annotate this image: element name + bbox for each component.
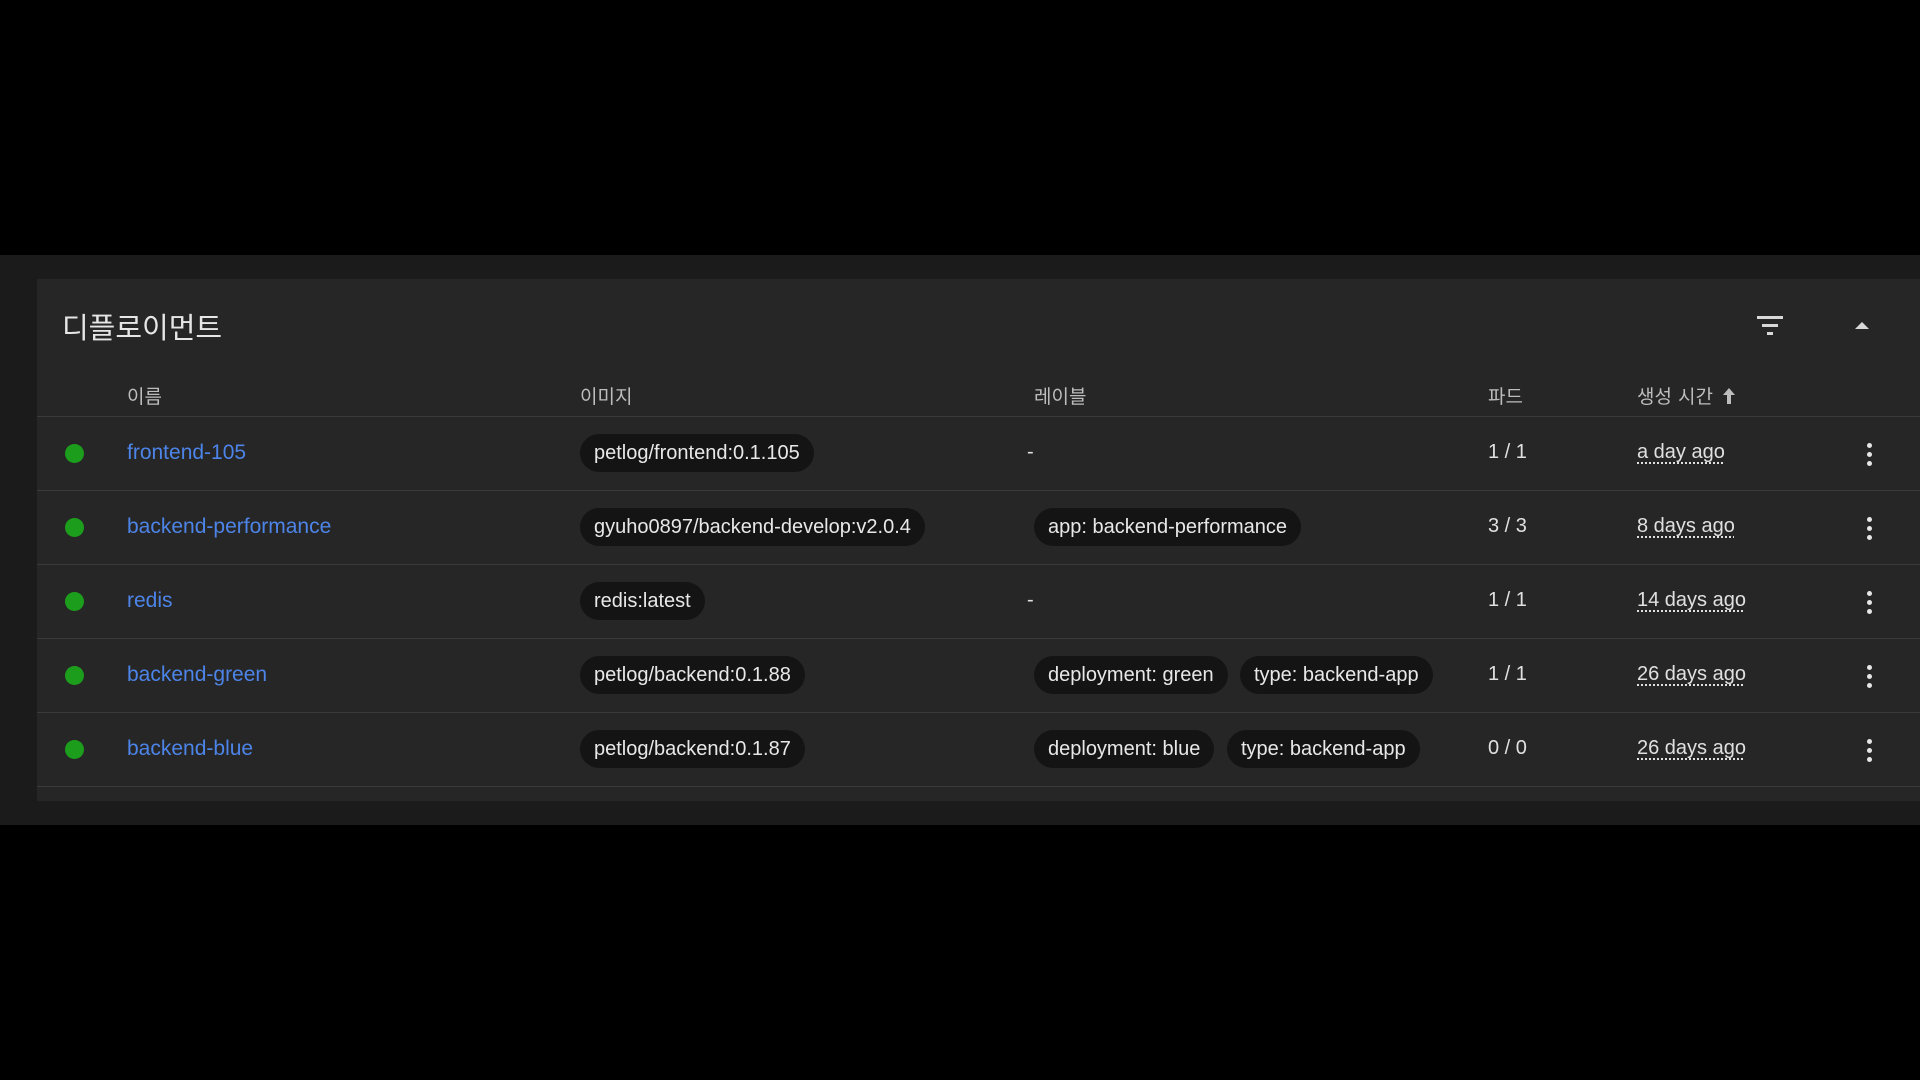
labels-empty: - [1027,441,1034,463]
label-chip: deployment: blue [1034,730,1215,768]
created-time[interactable]: 26 days ago [1637,737,1746,760]
deployment-name-link[interactable]: frontend-105 [127,441,246,465]
label-chip: type: backend-app [1240,656,1433,694]
deployments-table: 이름 이미지 레이블 파드 생성 시간 frontend-105 petlog/f… [37,374,1920,787]
filter-icon [1757,316,1783,335]
row-menu-button[interactable] [1857,437,1881,471]
label-chip: app: backend-performance [1034,508,1302,546]
card-title: 디플로이먼트 [62,311,223,345]
column-created[interactable]: 생성 시간 [1637,382,1737,409]
image-chip: petlog/frontend:0.1.105 [580,434,814,472]
image-chip: redis:latest [580,582,705,620]
column-pods[interactable]: 파드 [1488,382,1523,409]
status-dot [65,666,84,685]
row-menu-button[interactable] [1857,511,1881,545]
table-body: frontend-105 petlog/frontend:0.1.105 - 1 / … [37,417,1920,787]
created-time[interactable]: 8 days ago [1637,515,1735,538]
label-chip: type: backend-app [1227,730,1420,768]
table-row[interactable]: backend-green petlog/backend:0.1.88 deploy… [37,639,1920,713]
more-vertical-icon [1866,516,1872,540]
deployment-name-link[interactable]: redis [127,589,173,613]
pods-count: 1 / 1 [1488,589,1527,611]
column-labels[interactable]: 레이블 [1034,382,1086,409]
deployment-name-link[interactable]: backend-blue [127,737,253,761]
column-image[interactable]: 이미지 [580,382,632,409]
more-vertical-icon [1866,590,1872,614]
status-dot [65,444,84,463]
pods-count: 1 / 1 [1488,441,1527,463]
table-header: 이름 이미지 레이블 파드 생성 시간 [37,374,1920,417]
table-row[interactable]: redis redis:latest - 1 / 1 14 days ago [37,565,1920,639]
more-vertical-icon [1866,738,1872,762]
more-vertical-icon [1866,664,1872,688]
column-name[interactable]: 이름 [127,382,162,409]
label-chip: deployment: green [1034,656,1228,694]
status-dot [65,518,84,537]
filter-button[interactable] [1750,305,1790,345]
deployment-name-link[interactable]: backend-green [127,663,267,687]
image-chip: gyuho0897/backend-develop:v2.0.4 [580,508,925,546]
column-created-label: 생성 시간 [1637,386,1713,408]
collapse-button[interactable] [1842,305,1882,345]
more-vertical-icon [1866,442,1872,466]
pods-count: 3 / 3 [1488,515,1527,537]
status-dot [65,592,84,611]
chevron-up-icon [1855,322,1869,329]
row-menu-button[interactable] [1857,733,1881,767]
created-time[interactable]: 14 days ago [1637,589,1746,612]
created-time[interactable]: 26 days ago [1637,663,1746,686]
pods-count: 1 / 1 [1488,663,1527,685]
pods-count: 0 / 0 [1488,737,1527,759]
row-menu-button[interactable] [1857,585,1881,619]
image-chip: petlog/backend:0.1.87 [580,730,805,768]
created-time[interactable]: a day ago [1637,441,1725,464]
labels-empty: - [1027,589,1034,611]
table-row[interactable]: backend-performance gyuho0897/backend-dev… [37,491,1920,565]
table-row[interactable]: frontend-105 petlog/frontend:0.1.105 - 1 / … [37,417,1920,491]
deployments-card: 디플로이먼트 이름 이미지 레이블 파드 생성 시간 frontend-105 … [37,279,1920,801]
arrow-up-icon [1722,387,1735,404]
page-background: 디플로이먼트 이름 이미지 레이블 파드 생성 시간 frontend-105 … [0,255,1920,825]
image-chip: petlog/backend:0.1.88 [580,656,805,694]
row-menu-button[interactable] [1857,659,1881,693]
deployment-name-link[interactable]: backend-performance [127,515,331,539]
table-row[interactable]: backend-blue petlog/backend:0.1.87 deploym… [37,713,1920,787]
status-dot [65,740,84,759]
